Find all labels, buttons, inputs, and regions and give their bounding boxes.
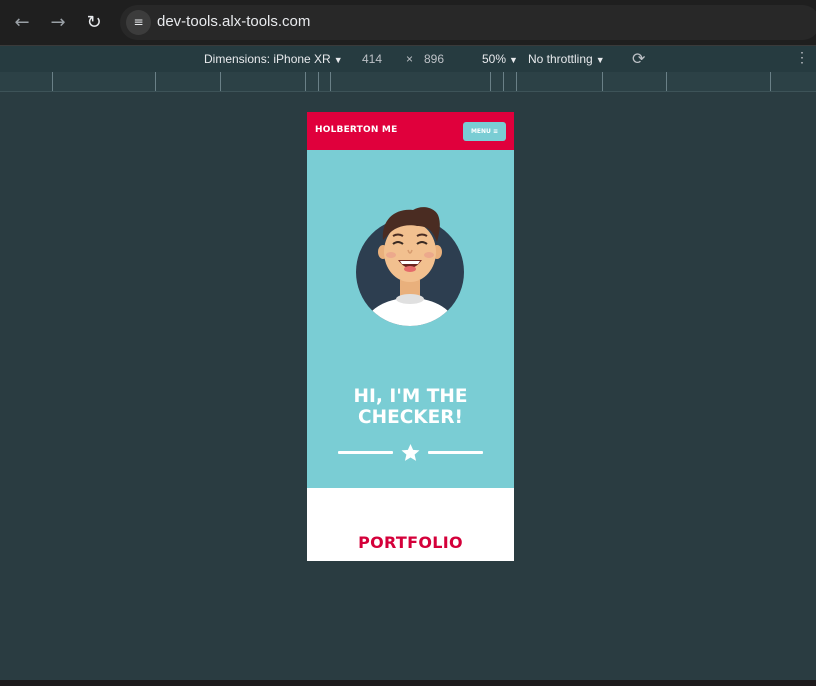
device-viewport: HOLBERTON ME MENU ≡ HI, I'M THE CHECKER!… [307, 112, 514, 561]
media-query-marker[interactable] [155, 72, 156, 91]
throttling-dropdown[interactable]: No throttling ▼ [528, 52, 605, 66]
site-header: HOLBERTON ME MENU ≡ [307, 112, 514, 150]
dimensions-dropdown[interactable]: Dimensions: iPhone XR ▼ [204, 52, 343, 66]
rotate-icon[interactable]: ⟳ [632, 49, 645, 69]
site-logo[interactable]: HOLBERTON ME [315, 125, 397, 135]
zoom-caret-icon: ▼ [509, 55, 518, 65]
media-query-marker[interactable] [516, 72, 517, 91]
avatar-icon [356, 207, 464, 326]
media-query-marker[interactable] [52, 72, 53, 91]
hero-section: HI, I'M THE CHECKER! [307, 150, 514, 488]
reload-icon[interactable]: ↻ [83, 12, 105, 34]
hero-title-line2: CHECKER! [358, 407, 463, 428]
star-icon [401, 444, 420, 461]
zoom-label: 50% [482, 52, 507, 66]
site-info-icon[interactable]: ≡ [126, 10, 151, 35]
device-toolbar: Dimensions: iPhone XR ▼ 414 × 896 50% ▼ No… [0, 46, 816, 72]
more-options-icon[interactable]: ⋮ [795, 49, 809, 66]
menu-button[interactable]: MENU ≡ [463, 122, 506, 141]
media-query-marker[interactable] [602, 72, 603, 91]
throttling-label: No throttling [528, 52, 593, 66]
width-input[interactable]: 414 [362, 52, 382, 66]
media-query-marker[interactable] [318, 72, 319, 91]
throttling-caret-icon: ▼ [595, 55, 605, 65]
divider-line-left [338, 451, 393, 454]
url-text[interactable]: dev-tools.alx-tools.com [157, 13, 310, 30]
dimensions-label: Dimensions: iPhone XR [204, 52, 331, 66]
portfolio-section: PORTFOLIO [307, 488, 514, 561]
media-query-marker[interactable] [330, 72, 331, 91]
bottom-strip [0, 680, 816, 686]
media-query-marker[interactable] [490, 72, 491, 91]
portfolio-title: PORTFOLIO [358, 533, 463, 552]
divider-line-right [428, 451, 483, 454]
back-icon[interactable]: ← [11, 12, 33, 34]
hero-title: HI, I'M THE CHECKER! [307, 386, 514, 428]
zoom-dropdown[interactable]: 50% ▼ [482, 52, 518, 66]
media-query-marker[interactable] [220, 72, 221, 91]
dimensions-caret-icon: ▼ [333, 55, 343, 65]
media-query-marker[interactable] [503, 72, 504, 91]
media-query-marker[interactable] [305, 72, 306, 91]
forward-icon[interactable]: → [47, 12, 69, 34]
star-divider [338, 444, 483, 461]
media-query-marker[interactable] [770, 72, 771, 91]
times-separator: × [406, 52, 414, 66]
media-query-marker[interactable] [666, 72, 667, 91]
height-input[interactable]: 896 [424, 52, 444, 66]
hero-title-line1: HI, I'M THE [353, 386, 468, 407]
browser-toolbar: ← → ↻ ≡ dev-tools.alx-tools.com [0, 0, 816, 46]
address-bar[interactable]: ≡ dev-tools.alx-tools.com [120, 5, 816, 40]
media-query-bar [0, 72, 816, 92]
